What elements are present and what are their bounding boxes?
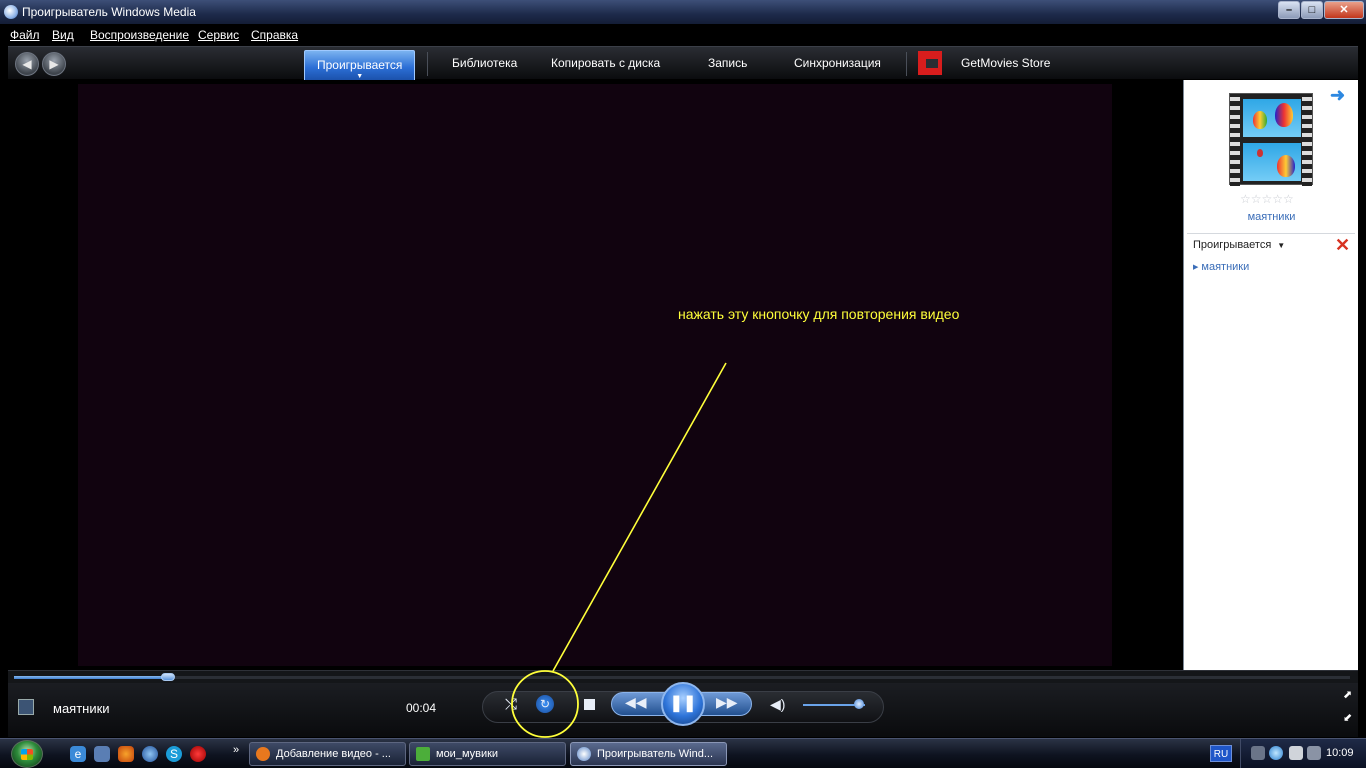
menu-tools[interactable]: Сервис xyxy=(198,28,239,42)
speaker-icon[interactable]: ◀) xyxy=(770,696,785,713)
sync-icon[interactable] xyxy=(1269,746,1283,760)
media-center-icon[interactable] xyxy=(142,746,158,762)
pause-icon: ❚❚ xyxy=(669,695,697,712)
show-desktop-icon[interactable] xyxy=(94,746,110,762)
now-playing-title: маятники xyxy=(53,701,110,716)
film-strip-left xyxy=(1230,94,1240,186)
list-item-label: маятники xyxy=(1201,261,1250,273)
forward-button[interactable]: ▶ xyxy=(42,52,66,76)
elapsed-time[interactable]: 00:04 xyxy=(406,701,436,715)
transport-bar: маятники 00:04 ⤭ ↻ ◀◀ ▶▶ ❚❚ ◀) ⬈ ⬋ xyxy=(8,682,1358,737)
nav-separator xyxy=(906,52,907,76)
pause-button[interactable]: ❚❚ xyxy=(661,682,705,726)
notification-icon[interactable] xyxy=(1289,746,1303,760)
balloon-shape xyxy=(1257,149,1263,157)
volume-tray-icon[interactable] xyxy=(1307,746,1321,760)
store-logo-icon[interactable] xyxy=(918,51,942,75)
media-player-icon xyxy=(4,5,18,19)
chevron-down-icon: ▼ xyxy=(356,73,364,80)
repeat-icon[interactable]: ↻ xyxy=(536,695,554,713)
balloon-shape xyxy=(1253,111,1267,129)
film-strip-right xyxy=(1302,94,1312,186)
tab-now-playing[interactable]: Проигрывается ▼ xyxy=(304,50,416,82)
seek-track[interactable] xyxy=(14,673,1350,681)
list-item[interactable]: ▶ маятники xyxy=(1193,261,1249,273)
tab-now-playing-label: Проигрывается xyxy=(317,58,403,72)
now-playing-bullet-icon: ▶ xyxy=(1193,264,1199,271)
wmp-window: Проигрыватель Windows Media – □ ✕ Файл В… xyxy=(0,0,1366,768)
media-player-icon xyxy=(577,747,591,761)
rewind-icon[interactable]: ◀◀ xyxy=(625,694,647,711)
nav-separator xyxy=(427,52,428,76)
menu-playback[interactable]: Воспроизведение xyxy=(90,28,189,42)
task-label: Проигрыватель Wind... xyxy=(597,748,714,760)
fast-forward-icon[interactable]: ▶▶ xyxy=(716,694,738,711)
task-label: мои_мувики xyxy=(436,748,499,760)
close-button[interactable]: ✕ xyxy=(1324,1,1364,19)
menu-help[interactable]: Справка xyxy=(251,28,298,42)
rating-stars[interactable]: ☆☆☆☆☆ xyxy=(1240,192,1294,206)
start-button[interactable] xyxy=(11,740,43,768)
menu-bar: Файл Вид Воспроизведение Сервис Справка xyxy=(0,24,1366,46)
title-bar[interactable]: Проигрыватель Windows Media – □ ✕ xyxy=(0,0,1366,24)
shuffle-icon[interactable]: ⤭ xyxy=(505,696,517,713)
internet-explorer-icon[interactable]: e xyxy=(70,746,86,762)
seek-thumb[interactable] xyxy=(160,673,175,681)
taskbar-item-media-player[interactable]: Проигрыватель Wind... xyxy=(570,742,727,766)
language-indicator[interactable]: RU xyxy=(1210,745,1232,762)
taskbar-item-browser[interactable]: Добавление видео - ... xyxy=(249,742,406,766)
back-button[interactable]: ◀ xyxy=(15,52,39,76)
firefox-icon[interactable] xyxy=(118,746,134,762)
balloon-shape xyxy=(1277,155,1295,177)
playlist-header[interactable]: Проигрывается ▼ xyxy=(1193,239,1285,251)
window-controls: – □ ✕ xyxy=(1278,1,1364,19)
chevron-down-icon: ▼ xyxy=(1277,241,1286,250)
list-pane: ➜ ☆☆☆☆☆ маятники Проигрывается ▼ ✕ ▶ маятн… xyxy=(1183,80,1358,670)
video-frame[interactable] xyxy=(78,84,1112,666)
video-area[interactable] xyxy=(8,80,1182,670)
album-art[interactable] xyxy=(1229,93,1313,186)
arrow-right-icon[interactable]: ➜ xyxy=(1330,85,1345,106)
film-frame-bottom xyxy=(1243,143,1301,181)
menu-view[interactable]: Вид xyxy=(52,28,74,42)
album-title[interactable]: маятники xyxy=(1184,211,1359,223)
tab-sync[interactable]: Синхронизация xyxy=(794,47,881,80)
media-type-icon xyxy=(18,699,34,715)
window-title: Проигрыватель Windows Media xyxy=(22,5,196,19)
menu-file[interactable]: Файл xyxy=(10,28,40,42)
panel-divider xyxy=(1187,233,1355,234)
clear-list-icon[interactable]: ✕ xyxy=(1335,235,1350,256)
quick-launch-more[interactable]: » xyxy=(233,744,239,756)
film-frame-top xyxy=(1243,99,1301,137)
balloon-shape xyxy=(1275,103,1293,127)
compact-mode-icon[interactable]: ⬋ xyxy=(1343,711,1352,724)
record-icon[interactable] xyxy=(190,746,206,762)
clock[interactable]: 10:09 xyxy=(1326,747,1354,759)
minimize-button[interactable]: – xyxy=(1278,1,1300,19)
tab-burn[interactable]: Запись xyxy=(708,47,747,80)
firefox-icon xyxy=(256,747,270,761)
maximize-button[interactable]: □ xyxy=(1301,1,1323,19)
volume-thumb[interactable] xyxy=(853,699,864,709)
tab-store[interactable]: GetMovies Store xyxy=(961,47,1050,80)
network-icon[interactable] xyxy=(1251,746,1265,760)
tab-library[interactable]: Библиотека xyxy=(452,47,517,80)
playlist-header-label: Проигрывается xyxy=(1193,239,1272,251)
seek-progress xyxy=(14,676,168,679)
navigation-bar: ◀ ▶ Проигрывается ▼ Библиотека Копироват… xyxy=(8,46,1358,82)
taskbar-item-folder[interactable]: мои_мувики xyxy=(409,742,566,766)
stop-icon[interactable] xyxy=(584,699,595,710)
windows-logo-icon xyxy=(21,749,33,760)
folder-icon xyxy=(416,747,430,761)
tab-rip[interactable]: Копировать с диска xyxy=(551,47,660,80)
skype-icon[interactable]: S xyxy=(166,746,182,762)
taskbar: e S » Добавление видео - ... мои_мувики … xyxy=(0,738,1366,768)
full-screen-icon[interactable]: ⬈ xyxy=(1343,688,1352,701)
annotation-text: нажать эту кнопочку для повторения видео xyxy=(678,306,960,322)
task-label: Добавление видео - ... xyxy=(276,748,391,760)
